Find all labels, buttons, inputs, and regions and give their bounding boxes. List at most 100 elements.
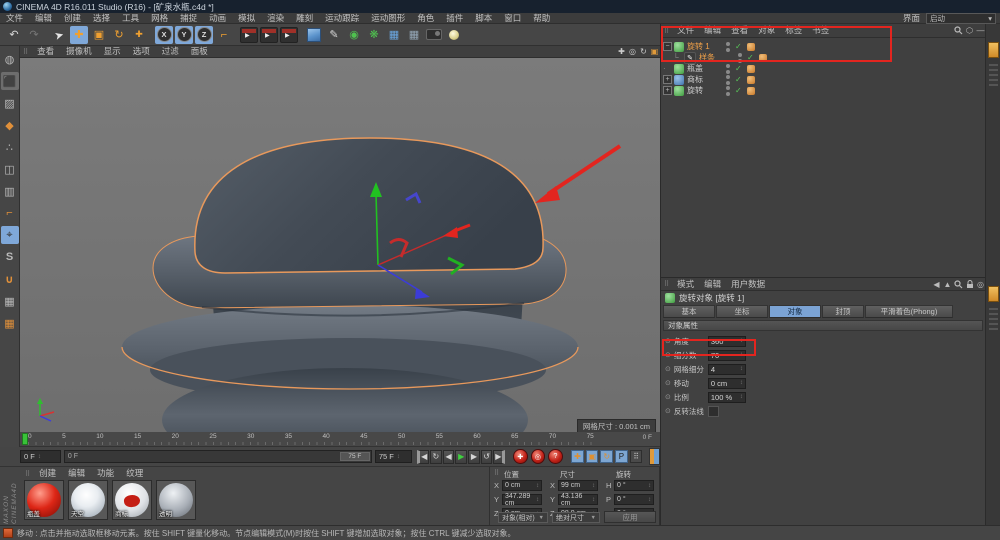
menubar-item[interactable]: 脚本 [469,13,498,24]
menubar-item[interactable]: 插件 [440,13,469,24]
enabled-check-icon[interactable]: ✓ [735,75,742,84]
apply-button[interactable]: 应用 [604,511,656,523]
tab-basic[interactable]: 基本 [663,305,715,318]
object-row[interactable]: + 旋转 ✓ [663,85,983,96]
add-modeling-button[interactable]: ▦ [385,26,403,44]
viewport-menu-item[interactable]: 摄像机 [60,46,98,57]
render-view-button[interactable] [240,26,258,44]
rotation-p-field[interactable]: 0 °↕ [614,494,654,505]
structure-tab-icon[interactable] [988,286,999,302]
stepper-icon[interactable]: ↕ [592,497,595,503]
key-scale-toggle[interactable]: ▣ [586,450,599,463]
autokey-button[interactable]: ◎ [531,449,546,464]
coord-mode-dropdown[interactable]: 对象(相对)▼ [498,512,548,523]
workplane-lock-button[interactable]: ▦ [1,292,19,310]
position-y-field[interactable]: 347.289 cm↕ [502,494,542,505]
keyframe-workplane-button[interactable]: ▦ [1,314,19,332]
enabled-check-icon[interactable]: ✓ [735,64,742,73]
content-browser-tab-icon[interactable] [988,42,999,58]
object-manager-menu-item[interactable]: 标签 [780,25,807,36]
viewport-menu-item[interactable]: 面板 [185,46,214,57]
expand-expander-icon[interactable]: + [663,86,672,95]
menubar-item[interactable]: 运动跟踪 [319,13,365,24]
enabled-check-icon[interactable]: ✓ [735,86,742,95]
search-icon[interactable] [953,279,964,290]
go-to-end-button[interactable]: ▶ [493,450,505,464]
key-position-toggle[interactable]: ✚ [571,450,584,463]
menubar-item[interactable]: 工具 [116,13,145,24]
lock-icon[interactable] [964,279,975,290]
phong-tag-icon[interactable] [759,54,767,62]
material-menu-item[interactable]: 功能 [91,468,120,479]
live-selection-tool[interactable]: ➤ [48,23,70,45]
stepper-icon[interactable]: ↕ [740,338,743,344]
subdivision-field[interactable]: 70↕ [708,350,746,361]
angle-field[interactable]: 360 °↕ [708,336,746,347]
coord-size-dropdown[interactable]: 绝对尺寸▼ [552,512,600,523]
material-item[interactable]: 透明 [156,480,196,520]
visibility-dots-icon[interactable] [725,42,731,52]
object-axis-mode-button[interactable]: ⌐ [1,204,19,222]
menubar-item[interactable]: 雕刻 [290,13,319,24]
last-tool-crosshair[interactable]: ✚ [130,26,148,44]
add-deformer-button[interactable]: ❋ [365,26,383,44]
axis-x-toggle[interactable]: X [155,26,173,44]
tab-coordinates[interactable]: 坐标 [716,305,768,318]
object-row[interactable]: · 瓶盖 ✓ [663,63,983,74]
key-dot-icon[interactable]: ⊙ [665,351,671,359]
key-dot-icon[interactable]: ⊙ [665,337,671,345]
object-row[interactable]: └ ✎ 样条 ✓ [673,52,983,63]
object-row[interactable]: + 商标 ✓ [663,74,983,85]
stepper-icon[interactable]: ↕ [536,483,539,489]
history-up-icon[interactable]: ▲ [942,279,953,290]
object-manager-menu-item[interactable]: 书签 [807,25,834,36]
stepper-icon[interactable]: ↕ [740,366,743,372]
add-light-button[interactable] [445,26,463,44]
viewport-menu-item[interactable]: 显示 [98,46,127,57]
mesh-subdivision-field[interactable]: 4↕ [708,364,746,375]
visibility-dots-icon[interactable] [737,53,743,63]
viewport[interactable] [20,58,660,432]
key-pla-toggle[interactable]: ⠿ [630,450,643,463]
rotate-tool[interactable]: ↻ [110,26,128,44]
workplane-mode-button[interactable]: ◆ [1,116,19,134]
redo-button[interactable]: ↷ [25,26,43,44]
object-manager-menu-item[interactable]: 对象 [753,25,780,36]
key-rotation-toggle[interactable]: ↻ [600,450,613,463]
menubar-item[interactable]: 模拟 [232,13,261,24]
stepper-icon[interactable]: ↕ [740,394,743,400]
add-spline-button[interactable]: ✎ [325,26,343,44]
viewport-solo-button[interactable]: ⌖ [1,226,19,244]
object-manager-menu-item[interactable]: 编辑 [699,25,726,36]
attribute-section-header[interactable]: 对象属性 [663,320,983,331]
menubar-item[interactable]: 网格 [145,13,174,24]
stepper-icon[interactable]: ↕ [740,380,743,386]
stepper-icon[interactable]: ↕ [592,483,595,489]
timeline-palette-icon[interactable] [649,448,660,465]
record-keyframe-button[interactable]: ✚ [513,449,528,464]
material-menu-item[interactable]: 纹理 [120,468,149,479]
points-mode-button[interactable]: ∴ [1,138,19,156]
object-manager-menu-item[interactable]: 文件 [672,25,699,36]
viewport-menu-item[interactable]: 选项 [127,46,156,57]
cycle-button[interactable]: ↺ [481,450,493,464]
next-frame-button[interactable]: ▶ [468,450,480,464]
frame-range-slider[interactable]: 0 F 75 F [64,450,372,463]
phong-tag-icon[interactable] [747,76,755,84]
stepper-icon[interactable]: ↕ [38,454,41,460]
polygons-mode-button[interactable]: ▥ [1,182,19,200]
viewport-menu-item[interactable]: 过滤 [156,46,185,57]
current-frame-field[interactable]: 0 F↕ [20,450,61,463]
axis-z-toggle[interactable]: Z [195,26,213,44]
texture-mode-button[interactable]: ▨ [1,94,19,112]
toggle-view-icon[interactable]: ▣ [649,46,660,57]
menubar-item[interactable]: 帮助 [527,13,556,24]
key-dot-icon[interactable]: ⊙ [665,393,671,401]
phong-tag-icon[interactable] [747,65,755,73]
playhead[interactable] [22,433,28,445]
viewport-canvas[interactable] [20,58,660,432]
flip-normals-checkbox[interactable] [708,406,719,417]
make-editable-button[interactable]: ◍ [1,50,19,68]
play-button[interactable]: ▶ [455,450,467,464]
timeline-ruler[interactable]: 051015202530354045505560657075 0 F [20,432,660,447]
